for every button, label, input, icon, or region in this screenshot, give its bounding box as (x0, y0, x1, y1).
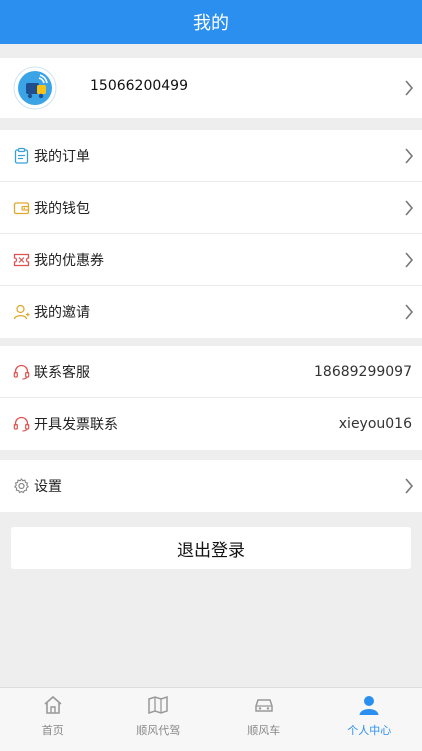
wallet-icon (13, 199, 30, 216)
logout-label: 退出登录 (177, 536, 245, 561)
contact-invoice-label: 开具发票联系 (34, 414, 118, 434)
chevron-right-icon (404, 200, 414, 216)
tab-label: 首页 (42, 722, 64, 738)
menu-item-label: 我的钱包 (34, 198, 90, 218)
chevron-right-icon (404, 478, 414, 494)
coupon-icon (13, 251, 30, 268)
user-icon (358, 694, 380, 716)
page-header: 我的 (0, 0, 422, 44)
menu-item-wallet[interactable]: 我的钱包 (0, 182, 422, 234)
menu-item-invite[interactable]: 我的邀请 (0, 286, 422, 338)
contact-service-label: 联系客服 (34, 362, 90, 382)
menu-card: 我的订单 我的钱包 我的优惠券 我的邀请 (0, 130, 422, 338)
menu-item-settings[interactable]: 设置 (0, 460, 422, 512)
menu-item-label: 我的邀请 (34, 302, 90, 322)
clipboard-icon (13, 147, 30, 164)
contact-service-row[interactable]: 联系客服 18689299097 (0, 346, 422, 398)
home-icon (42, 694, 64, 716)
chevron-right-icon (404, 148, 414, 164)
menu-item-coupons[interactable]: 我的优惠券 (0, 234, 422, 286)
tab-profile[interactable]: 个人中心 (317, 688, 422, 751)
chevron-right-icon (404, 252, 414, 268)
gear-icon (13, 478, 30, 495)
tab-label: 顺风车 (247, 722, 280, 738)
headset-icon (13, 363, 30, 380)
tab-driving[interactable]: 顺风代驾 (106, 688, 212, 751)
car-icon (253, 694, 275, 716)
avatar[interactable] (13, 66, 57, 110)
avatar-logo-icon (13, 66, 57, 110)
contact-card: 联系客服 18689299097 开具发票联系 xieyou016 (0, 346, 422, 450)
menu-item-label: 我的订单 (34, 146, 90, 166)
contact-invoice-row[interactable]: 开具发票联系 xieyou016 (0, 398, 422, 450)
profile-phone: 15066200499 (90, 78, 188, 94)
menu-item-label: 设置 (34, 476, 62, 496)
contact-invoice-value[interactable]: xieyou016 (339, 416, 412, 432)
menu-item-orders[interactable]: 我的订单 (0, 130, 422, 182)
contact-service-value[interactable]: 18689299097 (314, 364, 412, 380)
tab-home[interactable]: 首页 (0, 688, 106, 751)
logout-button[interactable]: 退出登录 (11, 527, 411, 569)
headset-icon (13, 416, 30, 433)
settings-card: 设置 (0, 460, 422, 512)
profile-card[interactable]: 15066200499 (0, 58, 422, 118)
chevron-right-icon (404, 80, 414, 96)
user-plus-icon (13, 304, 30, 321)
chevron-right-icon (404, 304, 414, 320)
tab-label: 个人中心 (347, 722, 391, 738)
map-icon (147, 694, 169, 716)
page-title: 我的 (193, 9, 229, 35)
bottom-tab-bar: 首页 顺风代驾 顺风车 个人中心 (0, 687, 422, 751)
tab-label: 顺风代驾 (136, 722, 180, 738)
menu-item-label: 我的优惠券 (34, 250, 104, 270)
tab-carpool[interactable]: 顺风车 (211, 688, 317, 751)
